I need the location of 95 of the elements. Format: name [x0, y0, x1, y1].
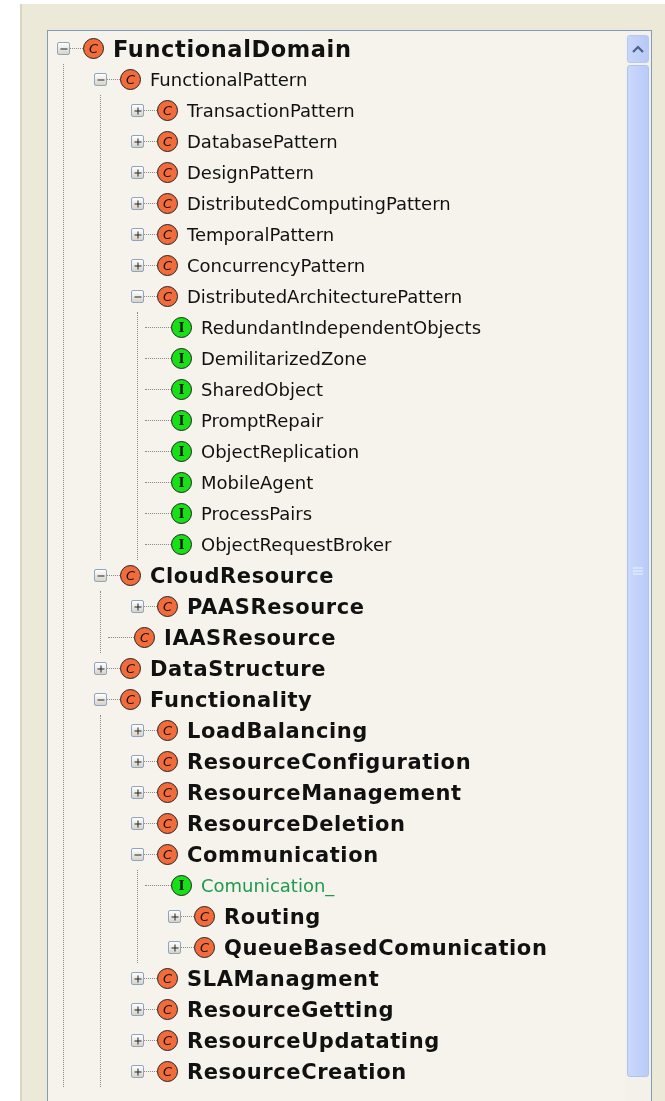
tree-node-label[interactable]: RedundantIndependentObjects — [201, 317, 482, 338]
tree-node-label[interactable]: SLAManagment — [187, 966, 380, 991]
tree-node-label[interactable]: ResourceCreation — [187, 1059, 407, 1084]
instance-icon: I — [171, 410, 192, 431]
class-icon: C — [157, 596, 178, 617]
tree-node-label[interactable]: MobileAgent — [201, 472, 314, 493]
instance-icon: I — [171, 317, 192, 338]
class-icon: C — [157, 193, 178, 214]
tree-node-label[interactable]: DemilitarizedZone — [201, 348, 367, 369]
tree-node-label[interactable]: LoadBalancing — [187, 718, 368, 743]
scroll-up-button[interactable] — [627, 35, 649, 63]
expand-toggle[interactable] — [131, 817, 144, 830]
expand-toggle[interactable] — [131, 1065, 144, 1078]
class-icon: C — [157, 999, 178, 1020]
class-icon: C — [134, 627, 155, 648]
class-icon: C — [157, 968, 178, 989]
class-icon: C — [157, 751, 178, 772]
tree-node-label[interactable]: ObjectRequestBroker — [201, 534, 392, 555]
expand-toggle[interactable] — [131, 104, 144, 117]
expand-toggle[interactable] — [131, 166, 144, 179]
expand-toggle[interactable] — [131, 1003, 144, 1016]
class-icon: C — [194, 906, 215, 927]
instance-icon: I — [171, 534, 192, 555]
instance-icon: I — [171, 348, 192, 369]
expand-toggle[interactable] — [131, 724, 144, 737]
scroll-thumb[interactable] — [627, 65, 649, 1077]
tree-node-label[interactable]: ResourceGetting — [187, 997, 395, 1022]
tree-node-label[interactable]: DistributedComputingPattern — [187, 193, 451, 214]
class-icon: C — [83, 38, 104, 59]
expand-toggle[interactable] — [131, 135, 144, 148]
tree-node-label[interactable]: PromptRepair — [201, 410, 324, 431]
class-icon: C — [157, 286, 178, 307]
tree-node-label[interactable]: PAASResource — [187, 594, 365, 619]
tree-node-label[interactable]: SharedObject — [201, 379, 323, 400]
tree-node-label[interactable]: FunctionalPattern — [150, 69, 308, 90]
tree-node-label[interactable]: Routing — [224, 904, 321, 929]
collapse-toggle[interactable] — [57, 42, 70, 55]
class-icon: C — [157, 1030, 178, 1051]
collapse-toggle[interactable] — [131, 848, 144, 861]
class-icon: C — [194, 937, 215, 958]
instance-icon: I — [171, 472, 192, 493]
instance-icon: I — [171, 379, 192, 400]
tree-node-label[interactable]: ObjectReplication — [201, 441, 360, 462]
class-icon: C — [157, 1061, 178, 1082]
tree-node-label[interactable]: TransactionPattern — [187, 100, 355, 121]
expand-toggle[interactable] — [131, 228, 144, 241]
expand-toggle[interactable] — [168, 910, 181, 923]
tree-node-label[interactable]: Functionality — [150, 687, 313, 712]
tree-node-label[interactable]: ResourceManagement — [187, 780, 462, 805]
instance-icon: I — [171, 875, 192, 896]
tree-node-label[interactable]: Communication — [187, 842, 379, 867]
collapse-toggle[interactable] — [131, 290, 144, 303]
tree-node-label[interactable]: ProcessPairs — [201, 503, 313, 524]
tree-node-label[interactable]: DataStructure — [150, 656, 327, 681]
expand-toggle[interactable] — [94, 662, 107, 675]
class-icon: C — [157, 720, 178, 741]
expand-toggle[interactable] — [131, 197, 144, 210]
tree-node-label[interactable]: DatabasePattern — [187, 131, 338, 152]
tree-node-label[interactable]: TemporalPattern — [187, 224, 335, 245]
class-icon: C — [120, 689, 141, 710]
class-icon: C — [157, 224, 178, 245]
class-icon: C — [120, 565, 141, 586]
expand-toggle[interactable] — [131, 259, 144, 272]
expand-toggle[interactable] — [131, 755, 144, 768]
expand-toggle[interactable] — [131, 1034, 144, 1047]
collapse-toggle[interactable] — [94, 73, 107, 86]
class-icon: C — [120, 658, 141, 679]
tree-node-label[interactable]: DesignPattern — [187, 162, 314, 183]
tree-node-label[interactable]: FunctionalDomain — [113, 35, 352, 62]
tree-node-label[interactable]: CloudResource — [150, 563, 335, 588]
collapse-toggle[interactable] — [94, 693, 107, 706]
expand-toggle[interactable] — [131, 786, 144, 799]
tree-node-label[interactable]: ResourceUpdatating — [187, 1028, 440, 1053]
chevron-up-icon — [632, 45, 644, 53]
class-icon: C — [157, 844, 178, 865]
instance-icon: I — [171, 503, 192, 524]
class-icon: C — [157, 162, 178, 183]
grip-icon — [633, 567, 643, 575]
tree-node-label[interactable]: DistributedArchitecturePattern — [187, 286, 463, 307]
class-icon: C — [157, 782, 178, 803]
instance-icon: I — [171, 441, 192, 462]
class-icon: C — [120, 69, 141, 90]
class-icon: C — [157, 255, 178, 276]
class-icon: C — [157, 813, 178, 834]
tree-node-label[interactable]: QueueBasedComunication — [224, 935, 548, 960]
class-icon: C — [157, 100, 178, 121]
tree-node-label[interactable]: ConcurrencyPattern — [187, 255, 366, 276]
class-icon: C — [157, 131, 178, 152]
tree-node-label[interactable]: IAASResource — [164, 625, 336, 650]
expand-toggle[interactable] — [131, 972, 144, 985]
tree-node-label[interactable]: ResourceConfiguration — [187, 749, 472, 774]
expand-toggle[interactable] — [131, 600, 144, 613]
expand-toggle[interactable] — [168, 941, 181, 954]
tree-node-label[interactable]: ResourceDeletion — [187, 811, 406, 836]
collapse-toggle[interactable] — [94, 569, 107, 582]
